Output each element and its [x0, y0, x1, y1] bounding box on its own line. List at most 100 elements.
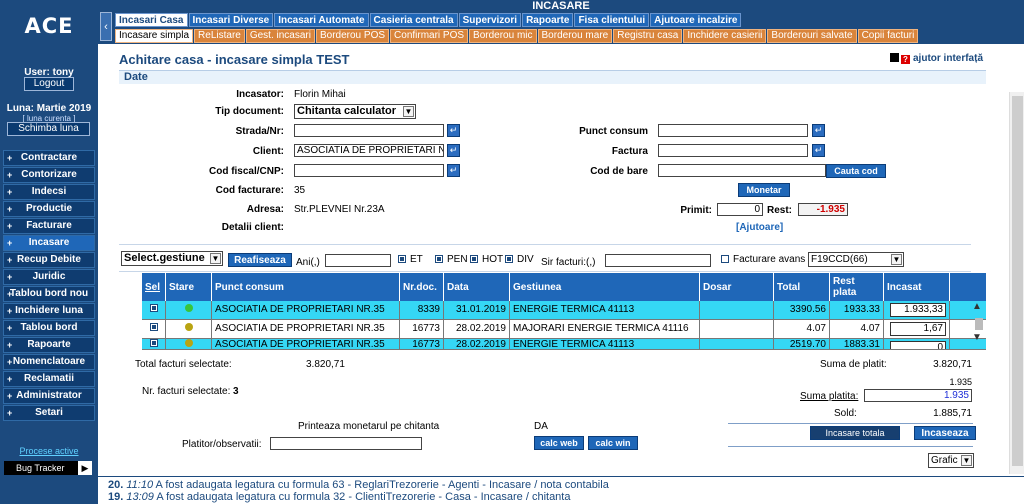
subtab-borderou-mic[interactable]: Borderou mic: [469, 29, 537, 43]
sidebar-item-incasare[interactable]: + Incasare: [3, 235, 95, 251]
sidebar-item-inchidere-luna[interactable]: + Inchidere luna: [3, 303, 95, 319]
chevron-down-icon[interactable]: ▼: [891, 254, 902, 265]
sidebar-item-tablou-bord-nou[interactable]: + Tablou bord nou: [3, 286, 95, 302]
client-input[interactable]: ASOCIATIA DE PROPRIETARI NR.3: [294, 144, 444, 157]
scroll-thumb[interactable]: [975, 318, 983, 330]
bug-tracker-button[interactable]: Bug Tracker ▶: [4, 461, 92, 475]
chevron-down-icon[interactable]: ▼: [210, 253, 221, 264]
codfiscal-picker-icon[interactable]: ↵: [447, 164, 460, 177]
process-link[interactable]: Procese active: [0, 446, 98, 456]
row-select-cell[interactable]: [142, 301, 166, 319]
filter-hot-checkbox[interactable]: [470, 255, 478, 263]
tipdoc-select[interactable]: Chitanta calculator ▼: [294, 104, 416, 119]
column-header-sel[interactable]: Sel: [142, 273, 166, 301]
sidebar-item-administrator[interactable]: + Administrator: [3, 388, 95, 404]
table-row[interactable]: ASOCIATIA DE PROPRIETARI NR.35 8339 31.01.…: [142, 301, 986, 320]
calc-web-button[interactable]: calc web: [534, 436, 584, 450]
avans-select[interactable]: F19CCD(66) ▼: [808, 252, 904, 267]
reafiseaza-button[interactable]: Reafiseaza: [228, 253, 292, 267]
row-select-checkbox[interactable]: [149, 304, 158, 312]
grid-scrollbar[interactable]: ▲ ▼: [972, 301, 986, 350]
subtab-borderou-pos[interactable]: Borderou POS: [315, 29, 390, 43]
incaseaza-button[interactable]: Incaseaza: [914, 426, 976, 440]
strada-picker-icon[interactable]: ↵: [447, 124, 460, 137]
subtab-confirmari-pos[interactable]: Confirmari POS: [390, 29, 469, 43]
play-icon[interactable]: ▶: [78, 461, 92, 475]
subtab-incasare-simpla[interactable]: Incasare simpla: [115, 29, 194, 43]
subtab-borderouri-salvate[interactable]: Borderouri salvate: [767, 29, 857, 43]
cauta-cod-button[interactable]: Cauta cod: [826, 164, 886, 178]
ajutoare-link[interactable]: [Ajutoare]: [736, 222, 783, 233]
incasat-input[interactable]: 0: [890, 341, 946, 349]
chevron-up-icon[interactable]: ▲: [972, 301, 982, 312]
sidebar-item-productie[interactable]: + Productie: [3, 201, 95, 217]
tab-incasari-diverse[interactable]: Incasari Diverse: [188, 13, 274, 27]
collapse-sidebar-icon[interactable]: ‹: [100, 12, 112, 41]
row-select-cell[interactable]: [142, 320, 166, 338]
row-select-checkbox[interactable]: [149, 323, 158, 331]
sidebar-item-juridic[interactable]: + Juridic: [3, 269, 95, 285]
tab-incasari-casa[interactable]: Incasari Casa: [115, 13, 188, 27]
table-row[interactable]: ASOCIATIA DE PROPRIETARI NR.35 16773 28.02…: [142, 339, 986, 350]
sidebar-item-setari[interactable]: + Setari: [3, 405, 95, 421]
change-period-button[interactable]: Schimba luna: [7, 122, 90, 136]
subtab-borderou-mare[interactable]: Borderou mare: [537, 29, 613, 43]
chevron-down-icon[interactable]: ▼: [972, 332, 982, 343]
sidebar-item-rapoarte[interactable]: + Rapoarte: [3, 337, 95, 353]
primit-input[interactable]: 0: [717, 203, 763, 216]
help-link[interactable]: ? ajutor interfață: [890, 53, 983, 64]
sidebar-item-contractare[interactable]: + Contractare: [3, 150, 95, 166]
logout-button[interactable]: Logout: [24, 77, 74, 91]
factura-picker-icon[interactable]: ↵: [812, 144, 825, 157]
sidebar-item-reclamatii[interactable]: + Reclamatii: [3, 371, 95, 387]
strada-input[interactable]: [294, 124, 444, 137]
gestiune-select[interactable]: Select.gestiune ▼: [121, 251, 223, 266]
ani-input[interactable]: [325, 254, 391, 267]
filter-pen-checkbox[interactable]: [435, 255, 443, 263]
subtab-inchidere-casierii[interactable]: Inchidere casierii: [683, 29, 767, 43]
row-select-checkbox[interactable]: [149, 339, 158, 347]
platitor-input[interactable]: [270, 437, 422, 450]
subtab-copii-facturi[interactable]: Copii facturi: [857, 29, 919, 43]
client-picker-icon[interactable]: ↵: [447, 144, 460, 157]
incasat-input[interactable]: 1,67: [890, 322, 946, 336]
help-icon[interactable]: ?: [901, 55, 910, 64]
page-scrollbar[interactable]: [1009, 92, 1024, 474]
incasat-input[interactable]: 1.933,33: [890, 303, 946, 317]
sidebar-item-indecsi[interactable]: + Indecsi: [3, 184, 95, 200]
filter-et-checkbox[interactable]: [398, 255, 406, 263]
facturare-avans-checkbox[interactable]: [721, 255, 729, 263]
grafic-select[interactable]: Grafic ▼: [928, 453, 974, 468]
subtab-gest-incasari[interactable]: Gest. incasari: [245, 29, 315, 43]
tab-ajutoare-incalzire[interactable]: Ajutoare incalzire: [650, 13, 742, 27]
sir-facturi-input[interactable]: [605, 254, 711, 267]
codbare-input[interactable]: [658, 164, 826, 177]
tab-casieria-centrala[interactable]: Casieria centrala: [369, 13, 458, 27]
tab-supervizori[interactable]: Supervizori: [458, 13, 522, 27]
print-icon[interactable]: [890, 53, 899, 62]
monetar-button[interactable]: Monetar: [738, 183, 790, 197]
punct-input[interactable]: [658, 124, 808, 137]
sidebar-item-nomenclatoare[interactable]: + Nomenclatoare: [3, 354, 95, 370]
scroll-thumb[interactable]: [1012, 96, 1023, 466]
tab-rapoarte[interactable]: Rapoarte: [522, 13, 574, 27]
suma-platita-input[interactable]: 1.935: [864, 389, 972, 402]
sidebar-item-tablou-bord[interactable]: + Tablou bord: [3, 320, 95, 336]
chevron-down-icon[interactable]: ▼: [403, 106, 414, 117]
codfiscal-input[interactable]: [294, 164, 444, 177]
chevron-down-icon[interactable]: ▼: [961, 455, 972, 466]
punct-picker-icon[interactable]: ↵: [812, 124, 825, 137]
sidebar-item-recup-debite[interactable]: + Recup Debite: [3, 252, 95, 268]
sidebar-item-contorizare[interactable]: + Contorizare: [3, 167, 95, 183]
subtab-registru-casa[interactable]: Registru casa: [613, 29, 683, 43]
incasare-totala-button[interactable]: Incasare totala: [810, 426, 900, 440]
calc-win-button[interactable]: calc win: [588, 436, 638, 450]
subtab-relistare[interactable]: ReListare: [194, 29, 245, 43]
row-select-cell[interactable]: [142, 339, 166, 349]
sidebar-item-facturare[interactable]: + Facturare: [3, 218, 95, 234]
table-row[interactable]: ASOCIATIA DE PROPRIETARI NR.35 16773 28.02…: [142, 320, 986, 339]
factura-input[interactable]: [658, 144, 808, 157]
tab-incasari-automate[interactable]: Incasari Automate: [274, 13, 369, 27]
filter-div-checkbox[interactable]: [505, 255, 513, 263]
tab-fisa-clientului[interactable]: Fisa clientului: [574, 13, 650, 27]
